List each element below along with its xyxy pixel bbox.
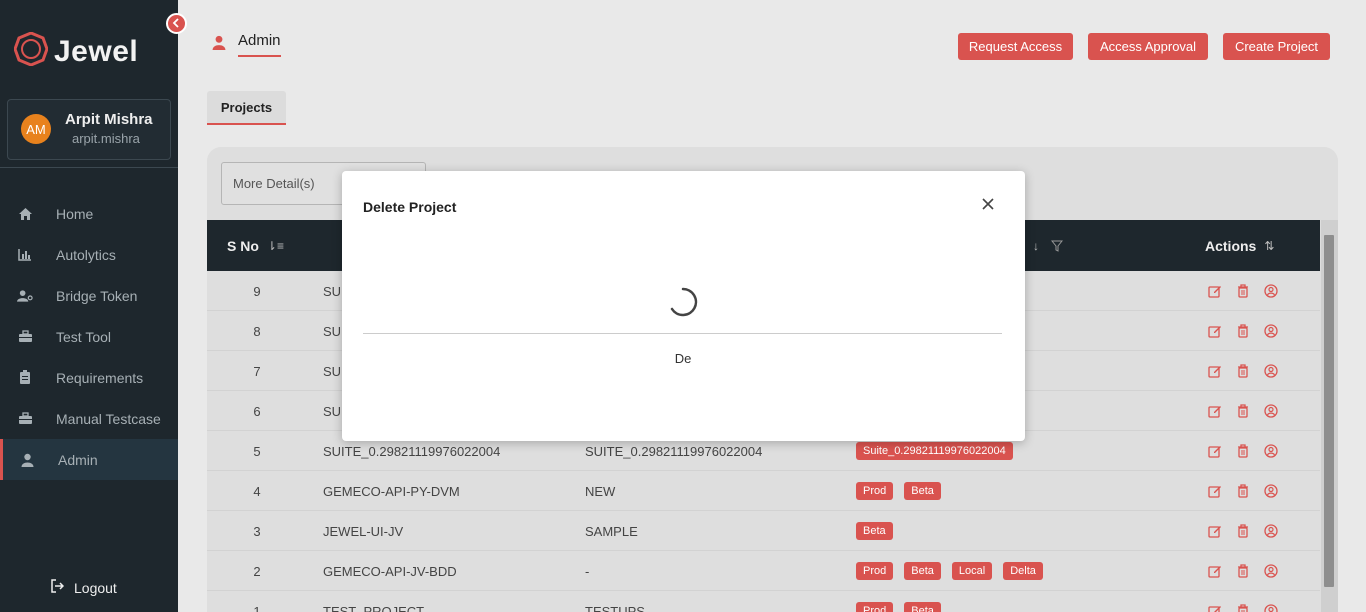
close-button[interactable] bbox=[978, 196, 998, 216]
delete-project-modal: Delete Project De bbox=[342, 171, 1025, 441]
loading-spinner-icon bbox=[668, 287, 698, 317]
sidebar-collapse-button[interactable] bbox=[166, 13, 187, 34]
modal-message: De bbox=[674, 351, 692, 366]
chevron-left-icon bbox=[172, 15, 181, 33]
modal-divider bbox=[363, 333, 1002, 334]
modal-title: Delete Project bbox=[363, 199, 457, 215]
close-icon bbox=[981, 197, 995, 216]
